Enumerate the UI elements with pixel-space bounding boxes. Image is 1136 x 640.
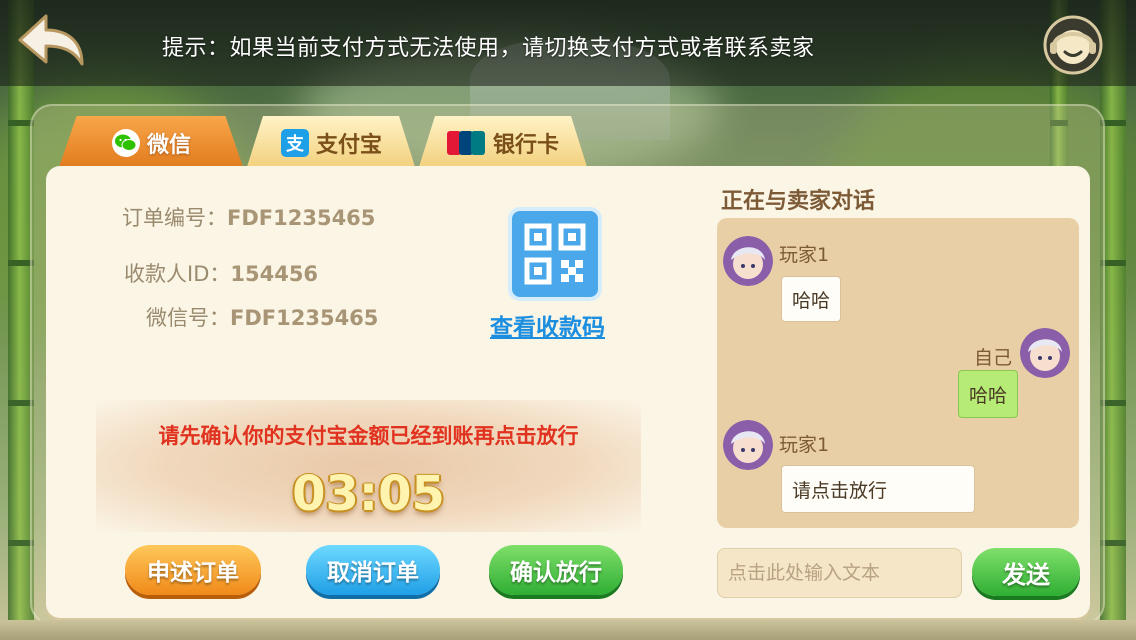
wechat-id-label: 微信号： [146, 306, 230, 330]
message-bubble: 哈哈 [781, 276, 842, 322]
order-number-label: 订单编号： [122, 206, 227, 230]
tab-alipay-label: 支付宝 [315, 133, 382, 158]
avatar [1020, 328, 1070, 378]
tab-bankcard-label: 银行卡 [492, 133, 559, 158]
countdown-timer: 03:05 [292, 466, 445, 522]
tab-alipay[interactable]: 支 支付宝 [246, 116, 416, 170]
wechat-icon [111, 128, 141, 158]
order-number-value: FDF1235465 [227, 206, 376, 230]
avatar [723, 236, 773, 286]
tab-wechat-label: 微信 [146, 133, 191, 158]
customer-service-button[interactable] [1040, 12, 1106, 76]
cancel-order-button[interactable]: 取消订单 [306, 545, 440, 595]
top-bar: 提示：如果当前支付方式无法使用，请切换支付方式或者联系卖家 [0, 0, 1136, 86]
payee-row: 收款人ID：154456 [124, 258, 318, 288]
order-number-row: 订单编号：FDF1235465 [122, 202, 375, 232]
message-sender: 玩家1 [779, 434, 830, 456]
chat-title: 正在与卖家对话 [721, 189, 876, 214]
wechat-id-row: 微信号：FDF1235465 [146, 302, 378, 332]
alipay-icon: 支 [280, 128, 310, 158]
appeal-order-button[interactable]: 申述订单 [125, 545, 261, 595]
payment-hint: 提示：如果当前支付方式无法使用，请切换支付方式或者联系卖家 [162, 36, 815, 61]
payee-value: 154456 [230, 262, 319, 286]
back-button[interactable] [14, 10, 88, 74]
unionpay-icon [446, 128, 487, 158]
svg-text:支: 支 [285, 133, 305, 155]
confirm-notice: 请先确认你的支付宝金额已经到账再点击放行 [158, 424, 579, 448]
payee-label: 收款人ID： [124, 262, 231, 286]
message-bubble: 请点击放行 [781, 465, 975, 513]
back-arrow-icon [18, 14, 84, 66]
qr-code-button[interactable] [508, 207, 602, 301]
tab-wechat[interactable]: 微信 [58, 116, 244, 170]
chat-text-input[interactable] [717, 548, 962, 598]
customer-service-icon [1043, 15, 1103, 75]
avatar [723, 420, 773, 470]
message-bubble: 哈哈 [958, 370, 1019, 418]
message-sender: 玩家1 [779, 244, 830, 266]
qr-code-icon [524, 223, 586, 285]
ground-strip [0, 620, 1136, 640]
tab-bankcard[interactable]: 银行卡 [418, 116, 588, 170]
confirm-release-button[interactable]: 确认放行 [489, 545, 623, 595]
view-payment-code-link[interactable]: 查看收款码 [490, 308, 605, 342]
send-button[interactable]: 发送 [972, 548, 1080, 596]
message-sender: 自己 [974, 347, 1013, 369]
wechat-id-value: FDF1235465 [230, 306, 379, 330]
